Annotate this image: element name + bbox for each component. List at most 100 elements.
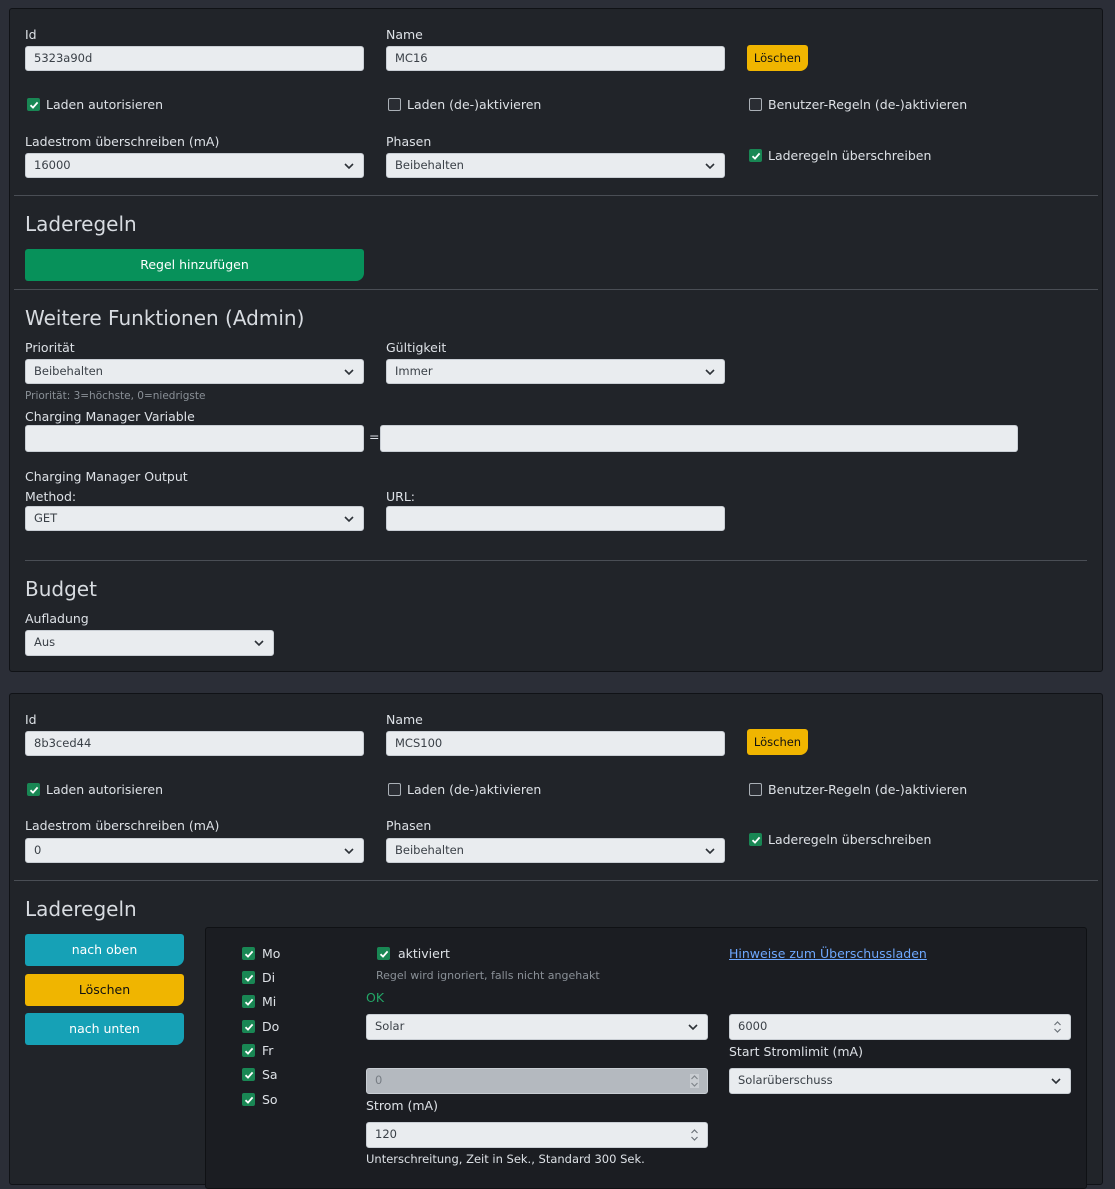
current-override-label: Ladestrom überschreiben (mA) xyxy=(25,818,220,833)
chevron-down-icon xyxy=(1051,1078,1061,1085)
rule-mode-select[interactable]: Solar xyxy=(366,1014,708,1040)
cm-variable-value-input[interactable] xyxy=(380,425,1018,452)
add-rule-button[interactable]: Regel hinzufügen xyxy=(25,249,364,281)
user-rules-checkbox[interactable] xyxy=(749,783,762,796)
chevron-down-icon xyxy=(254,640,264,647)
validity-value: Immer xyxy=(395,364,433,378)
rule-panel: Mo Di Mi Do Fr Sa So aktiviert Regel wir… xyxy=(205,927,1087,1189)
override-rules-checkbox[interactable] xyxy=(749,149,762,162)
authorize-checkbox[interactable] xyxy=(27,98,40,111)
current-override-select[interactable]: 0 xyxy=(25,838,364,863)
authorize-checkbox[interactable] xyxy=(27,783,40,796)
charging-toggle-checkbox[interactable] xyxy=(388,98,401,111)
priority-value: Beibehalten xyxy=(34,364,103,378)
start-limit-value: 6000 xyxy=(738,1019,768,1033)
day-checkbox-mo[interactable] xyxy=(242,947,255,960)
charging-toggle-label: Laden (de-)aktivieren xyxy=(407,782,542,797)
delete-rule-button[interactable]: Löschen xyxy=(25,974,184,1006)
rule-activated-hint: Regel wird ignoriert, falls nicht angeha… xyxy=(376,969,600,982)
charging-toggle-label: Laden (de-)aktivieren xyxy=(407,97,542,112)
start-limit-label: Start Stromlimit (mA) xyxy=(729,1044,863,1059)
charging-budget-select[interactable]: Aus xyxy=(25,630,274,656)
current-override-select[interactable]: 16000 xyxy=(25,153,364,178)
day-checkbox-mi[interactable] xyxy=(242,995,255,1008)
phases-value: Beibehalten xyxy=(395,843,464,857)
name-label: Name xyxy=(386,27,423,42)
divider xyxy=(14,880,1098,881)
day-checkbox-so[interactable] xyxy=(242,1093,255,1106)
override-rules-label: Laderegeln überschreiben xyxy=(768,148,932,163)
rule-activated-label: aktiviert xyxy=(398,946,450,961)
charging-budget-value: Aus xyxy=(34,635,56,649)
id-input[interactable]: 5323a90d xyxy=(25,46,364,71)
cm-output-label: Charging Manager Output xyxy=(25,469,188,484)
chevron-down-icon xyxy=(344,369,354,376)
rules-heading: Laderegeln xyxy=(25,897,137,921)
user-rules-checkbox[interactable] xyxy=(749,98,762,111)
day-label-so: So xyxy=(262,1092,278,1107)
id-label: Id xyxy=(25,712,37,727)
day-checkbox-do[interactable] xyxy=(242,1020,255,1033)
chevron-down-icon xyxy=(705,848,715,855)
url-input[interactable] xyxy=(386,506,725,531)
spinner-icon[interactable] xyxy=(1053,1020,1062,1034)
delete-button[interactable]: Löschen xyxy=(747,45,808,71)
day-checkbox-fr[interactable] xyxy=(242,1044,255,1057)
user-rules-label: Benutzer-Regeln (de-)aktivieren xyxy=(768,97,968,112)
rule-mode-value: Solar xyxy=(375,1019,405,1033)
phases-select[interactable]: Beibehalten xyxy=(386,838,725,863)
surplus-mode-select[interactable]: Solarüberschuss xyxy=(729,1068,1071,1094)
rule-activated-checkbox[interactable] xyxy=(377,947,390,960)
validity-select[interactable]: Immer xyxy=(386,359,725,384)
undershoot-time-input[interactable]: 120 xyxy=(366,1122,708,1148)
chevron-down-icon xyxy=(688,1024,698,1031)
move-down-button[interactable]: nach unten xyxy=(25,1013,184,1045)
day-label-mi: Mi xyxy=(262,994,277,1009)
chevron-down-icon xyxy=(344,516,354,523)
chevron-down-icon xyxy=(705,369,715,376)
priority-hint: Priorität: 3=höchste, 0=niedrigste xyxy=(25,390,206,402)
day-checkbox-di[interactable] xyxy=(242,971,255,984)
name-input[interactable]: MC16 xyxy=(386,46,725,71)
charging-label: Aufladung xyxy=(25,611,89,626)
phases-select[interactable]: Beibehalten xyxy=(386,153,725,178)
phases-label: Phasen xyxy=(386,818,432,833)
undershoot-time-value: 120 xyxy=(375,1127,397,1141)
budget-heading: Budget xyxy=(25,577,97,601)
day-label-di: Di xyxy=(262,970,276,985)
id-input[interactable]: 8b3ced44 xyxy=(25,731,364,756)
id-label: Id xyxy=(25,27,37,42)
spinner-icon xyxy=(690,1074,699,1088)
method-value: GET xyxy=(34,511,58,525)
current-override-value: 16000 xyxy=(34,158,71,172)
divider xyxy=(14,195,1098,196)
chevron-down-icon xyxy=(344,163,354,170)
delete-button[interactable]: Löschen xyxy=(747,729,808,755)
method-select[interactable]: GET xyxy=(25,506,364,531)
current-input[interactable]: 0 xyxy=(366,1068,708,1094)
override-rules-label: Laderegeln überschreiben xyxy=(768,832,932,847)
cm-variable-name-input[interactable] xyxy=(25,425,364,452)
surplus-hint-link[interactable]: Hinweise zum Überschussladen xyxy=(729,946,927,961)
day-checkbox-sa[interactable] xyxy=(242,1068,255,1081)
start-limit-input[interactable]: 6000 xyxy=(729,1014,1071,1040)
authorize-label: Laden autorisieren xyxy=(46,97,164,112)
equals-sign: = xyxy=(369,429,380,444)
current-override-label: Ladestrom überschreiben (mA) xyxy=(25,134,220,149)
name-input[interactable]: MCS100 xyxy=(386,731,725,756)
move-up-button[interactable]: nach oben xyxy=(25,934,184,966)
divider xyxy=(25,560,1087,561)
priority-label: Priorität xyxy=(25,340,75,355)
undershoot-time-label: Unterschreitung, Zeit in Sek., Standard … xyxy=(366,1152,645,1166)
day-label-mo: Mo xyxy=(262,946,281,961)
chevron-down-icon xyxy=(705,163,715,170)
override-rules-checkbox[interactable] xyxy=(749,833,762,846)
user-rules-label: Benutzer-Regeln (de-)aktivieren xyxy=(768,782,968,797)
charging-toggle-checkbox[interactable] xyxy=(388,783,401,796)
surplus-mode-value: Solarüberschuss xyxy=(738,1073,833,1087)
method-label: Method: xyxy=(25,489,77,504)
name-label: Name xyxy=(386,712,423,727)
day-label-fr: Fr xyxy=(262,1043,274,1058)
spinner-icon[interactable] xyxy=(690,1128,699,1142)
priority-select[interactable]: Beibehalten xyxy=(25,359,364,384)
